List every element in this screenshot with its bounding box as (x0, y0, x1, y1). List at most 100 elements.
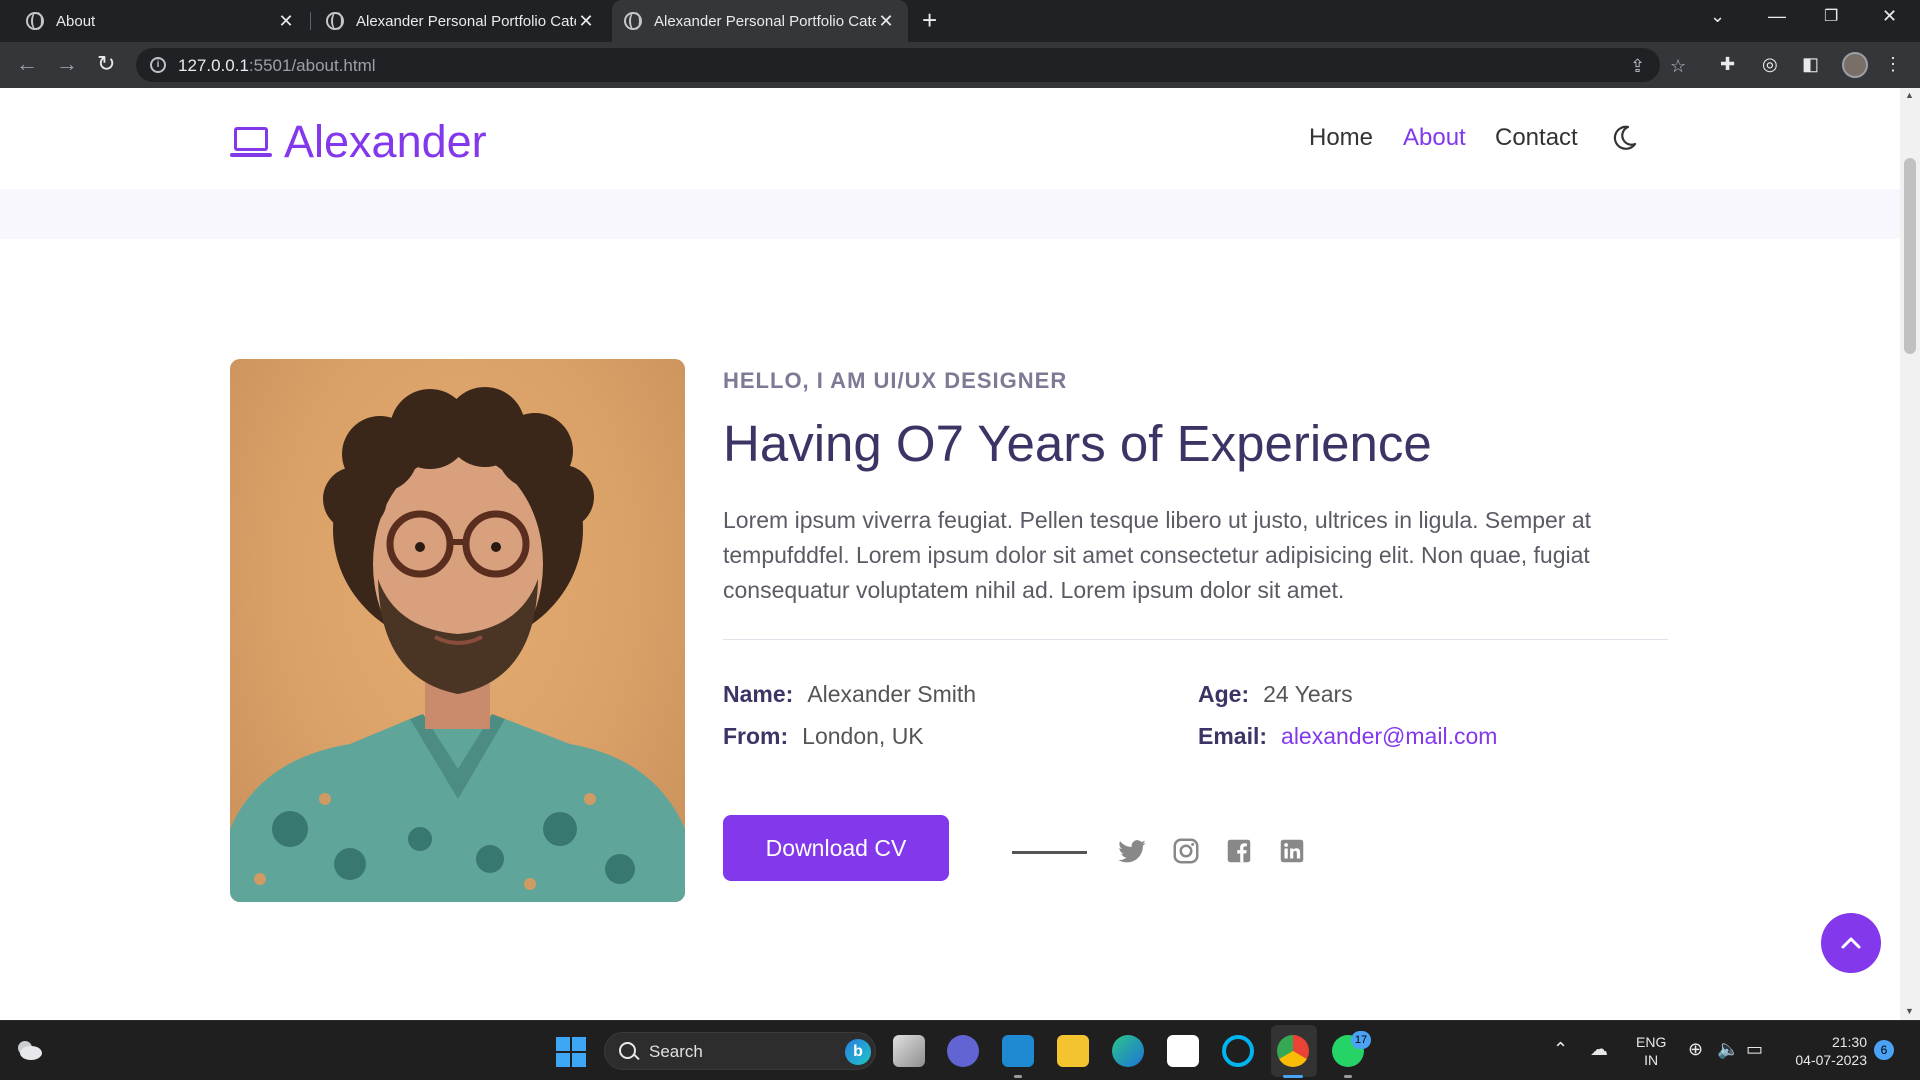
extension-icon[interactable]: ◎ (1762, 54, 1778, 75)
minimize-icon[interactable]: — (1768, 6, 1786, 27)
info-from: From: London, UK (723, 723, 924, 750)
divider (723, 639, 1668, 640)
info-value: Alexander Smith (807, 681, 977, 707)
system-clock[interactable]: 21:30 04-07-2023 (1787, 1033, 1867, 1069)
bing-icon[interactable]: b (845, 1039, 871, 1065)
onedrive-cloud-icon[interactable]: ☁ (1590, 1039, 1608, 1060)
vscode-icon[interactable] (1002, 1035, 1034, 1067)
info-name: Name: Alexander Smith (723, 681, 976, 708)
reload-icon[interactable]: ↻ (97, 51, 115, 77)
download-cv-button[interactable]: Download CV (723, 815, 949, 881)
instagram-icon[interactable] (1171, 836, 1201, 866)
globe-icon (26, 12, 44, 30)
globe-icon (624, 12, 642, 30)
page-scrollbar[interactable]: ▲ ▼ (1900, 88, 1920, 1020)
lang-region: IN (1644, 1052, 1659, 1068)
bookmark-star-icon[interactable]: ☆ (1670, 56, 1686, 77)
running-indicator (1014, 1075, 1022, 1078)
forward-arrow-icon[interactable]: → (56, 51, 78, 77)
linkedin-icon[interactable] (1277, 836, 1307, 866)
url-path: :5501/about.html (248, 56, 376, 75)
active-indicator (1283, 1075, 1303, 1078)
laptop-icon (230, 125, 272, 159)
search-icon (619, 1042, 636, 1059)
profile-avatar[interactable] (1842, 52, 1868, 78)
microsoft-store-icon[interactable] (1167, 1035, 1199, 1067)
clock-time: 21:30 (1831, 1034, 1867, 1050)
running-indicator (1344, 1075, 1352, 1078)
file-explorer-icon[interactable] (1057, 1035, 1089, 1067)
page-banner-strip (0, 189, 1900, 239)
edge-browser-icon[interactable] (1112, 1035, 1144, 1067)
chrome-icon[interactable] (1277, 1035, 1309, 1067)
info-email: Email: alexander@mail.com (1198, 723, 1497, 750)
clock-date: 04-07-2023 (1795, 1052, 1867, 1068)
network-globe-icon[interactable]: ⊕ (1688, 1039, 1703, 1060)
info-label: Email: (1198, 723, 1268, 749)
info-label: From: (723, 723, 789, 749)
alexa-icon[interactable] (1222, 1035, 1254, 1067)
close-tab-icon[interactable]: ✕ (276, 11, 296, 32)
extensions-puzzle-icon[interactable]: ✚ (1720, 54, 1735, 75)
social-divider-line (1012, 851, 1087, 854)
info-value: 24 Years (1263, 681, 1353, 707)
share-icon[interactable]: ⇪ (1630, 56, 1645, 77)
scrollbar-thumb[interactable] (1904, 158, 1916, 354)
tab-search-chevron-icon[interactable]: ⌄ (1710, 6, 1725, 27)
new-tab-button[interactable]: + (922, 5, 937, 36)
info-label: Age: (1198, 681, 1250, 707)
volume-icon[interactable]: 🔈 (1717, 1039, 1739, 1060)
nav-link-contact[interactable]: Contact (1495, 124, 1578, 152)
site-info-icon[interactable]: i (150, 57, 166, 73)
browser-toolbar: ← → ↻ i 127.0.0.1:5501/about.html ⇪ ☆ ✚ … (0, 42, 1920, 88)
url-host: 127.0.0.1 (178, 56, 249, 75)
portrait-illustration (230, 387, 685, 902)
browser-tab[interactable]: Alexander Personal Portfolio Category ✕ (312, 0, 608, 42)
teams-chat-icon[interactable] (947, 1035, 979, 1067)
address-url: 127.0.0.1:5501/about.html (178, 56, 376, 76)
web-page: Alexander Home About Contact HELLO, I AM… (0, 88, 1900, 1020)
back-arrow-icon[interactable]: ← (16, 51, 38, 77)
browser-tab-active[interactable]: Alexander Personal Portfolio Category ✕ (612, 0, 908, 42)
address-bar[interactable]: i 127.0.0.1:5501/about.html ⇪ ☆ (136, 48, 1686, 82)
email-link[interactable]: alexander@mail.com (1281, 723, 1497, 749)
input-language[interactable]: ENG IN (1636, 1033, 1666, 1069)
windows-taskbar: Search b 17 ⌃ ☁ ENG IN ⊕ 🔈 ▭ 21:30 04-07… (0, 1020, 1920, 1080)
site-logo[interactable]: Alexander (230, 116, 487, 168)
scroll-up-arrow-icon[interactable]: ▲ (1905, 90, 1914, 100)
about-kicker: HELLO, I AM UI/UX DESIGNER (723, 368, 1068, 393)
taskbar-search[interactable]: Search b (604, 1032, 876, 1070)
info-value: London, UK (802, 723, 924, 749)
close-tab-icon[interactable]: ✕ (576, 11, 596, 32)
tab-title: Alexander Personal Portfolio Category (654, 12, 876, 30)
notification-count-badge[interactable]: 6 (1874, 1040, 1894, 1060)
nav-link-about[interactable]: About (1403, 124, 1466, 152)
close-tab-icon[interactable]: ✕ (876, 11, 896, 32)
facebook-icon[interactable] (1224, 836, 1254, 866)
profile-photo (230, 359, 685, 902)
windows-start-icon[interactable] (556, 1037, 586, 1067)
weather-cloud-icon[interactable] (14, 1037, 44, 1063)
restore-icon[interactable]: ❐ (1824, 6, 1838, 26)
browser-tab-bar: About ✕ Alexander Personal Portfolio Cat… (0, 0, 1920, 42)
info-age: Age: 24 Years (1198, 681, 1353, 708)
twitter-icon[interactable] (1117, 836, 1147, 866)
scroll-down-arrow-icon[interactable]: ▼ (1905, 1006, 1914, 1016)
task-view-icon[interactable] (893, 1035, 925, 1067)
dark-mode-moon-icon[interactable] (1610, 124, 1638, 152)
battery-icon[interactable]: ▭ (1746, 1039, 1763, 1060)
close-window-icon[interactable]: ✕ (1882, 6, 1897, 27)
about-heading: Having O7 Years of Experience (723, 415, 1432, 472)
tab-title: Alexander Personal Portfolio Category (356, 12, 576, 30)
globe-icon (326, 12, 344, 30)
browser-menu-icon[interactable]: ⋮ (1884, 54, 1902, 75)
chevron-up-icon (1841, 937, 1861, 949)
side-panel-icon[interactable]: ◧ (1802, 54, 1819, 75)
scroll-to-top-button[interactable] (1821, 913, 1881, 973)
nav-link-home[interactable]: Home (1309, 124, 1373, 152)
info-label: Name: (723, 681, 794, 707)
tab-title: About (56, 12, 96, 30)
tab-separator (310, 12, 311, 30)
show-hidden-icons-chevron[interactable]: ⌃ (1553, 1039, 1568, 1060)
browser-tab[interactable]: About ✕ (0, 0, 308, 42)
